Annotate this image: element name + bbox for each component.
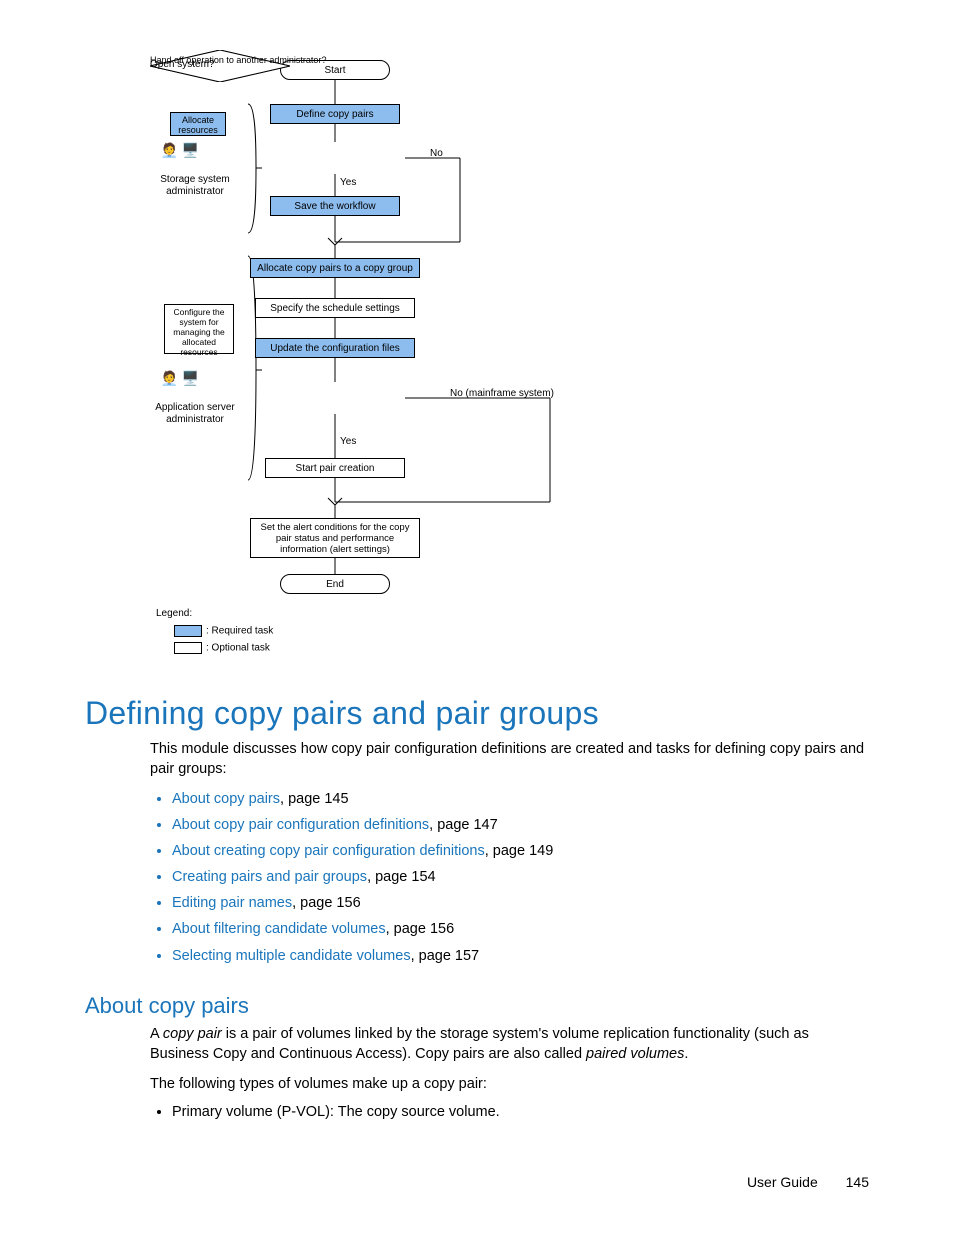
volume-types-intro: The following types of volumes make up a… xyxy=(150,1075,869,1095)
flowchart-start-pair-label: Start pair creation xyxy=(296,463,375,474)
flowchart-open-system-yes-label: Yes xyxy=(340,436,356,447)
list-item: About creating copy pair configuration d… xyxy=(172,838,869,864)
document-page: Start Define copy pairs Hand off operati… xyxy=(0,0,954,1235)
legend-optional-label: : Optional task xyxy=(206,643,270,654)
flowchart-diagram: Start Define copy pairs Hand off operati… xyxy=(150,50,670,670)
flowchart-save-workflow-label: Save the workflow xyxy=(294,201,375,212)
copy-pair-definition-paragraph: A copy pair is a pair of volumes linked … xyxy=(150,1025,869,1064)
footer-guide-label: User Guide xyxy=(747,1174,818,1190)
flowchart-allocate-resources-label: Allocate resources xyxy=(178,115,218,135)
link-page-ref: , page 156 xyxy=(386,921,455,937)
primary-volume-bullet: Primary volume (P-VOL): The copy source … xyxy=(172,1104,500,1120)
link-about-copy-pairs[interactable]: About copy pairs xyxy=(172,791,280,807)
para1-term: copy pair xyxy=(163,1026,222,1042)
list-item: Selecting multiple candidate volumes, pa… xyxy=(172,943,869,969)
flowchart-alert-label: Set the alert conditions for the copy pa… xyxy=(255,522,415,555)
flowchart-legend-required: : Required task xyxy=(174,625,273,637)
intro-paragraph: This module discusses how copy pair conf… xyxy=(150,740,869,779)
list-item: About copy pair configuration definition… xyxy=(172,812,869,838)
legend-required-swatch xyxy=(174,625,202,637)
subsection-heading: About copy pairs xyxy=(85,993,249,1019)
link-selecting-volumes[interactable]: Selecting multiple candidate volumes xyxy=(172,948,411,964)
person-server-icons-1: 🧑‍💼 🖥️ xyxy=(150,142,210,159)
flowchart-start-pair-box: Start pair creation xyxy=(265,458,405,478)
section-heading: Defining copy pairs and pair groups xyxy=(85,695,599,732)
flowchart-allocate-pairs-box: Allocate copy pairs to a copy group xyxy=(250,258,420,278)
link-about-config-defs[interactable]: About copy pair configuration definition… xyxy=(172,817,429,833)
para1-mid: is a pair of volumes linked by the stora… xyxy=(150,1026,809,1062)
link-editing-names[interactable]: Editing pair names xyxy=(172,895,292,911)
list-item: Editing pair names, page 156 xyxy=(172,890,869,916)
flowchart-storage-admin-label: Storage system administrator xyxy=(150,174,240,197)
flowchart-schedule-box: Specify the schedule settings xyxy=(255,298,415,318)
flowchart-app-server-admin-label: Application server administrator xyxy=(150,402,240,425)
list-item: About filtering candidate volumes, page … xyxy=(172,916,869,942)
flowchart-configure-system-label: Configure the system for managing the al… xyxy=(173,307,225,357)
link-creating-pairs[interactable]: Creating pairs and pair groups xyxy=(172,869,367,885)
link-page-ref: , page 154 xyxy=(367,869,436,885)
flowchart-end-terminal: End xyxy=(280,574,390,594)
flowchart-update-config-label: Update the configuration files xyxy=(270,343,400,354)
flowchart-configure-system-box: Configure the system for managing the al… xyxy=(164,304,234,354)
topic-link-list: About copy pairs, page 145 About copy pa… xyxy=(150,786,869,969)
flowchart-handoff-yes-label: Yes xyxy=(340,177,356,188)
flowchart-alert-box: Set the alert conditions for the copy pa… xyxy=(250,518,420,558)
list-item: Creating pairs and pair groups, page 154 xyxy=(172,864,869,890)
flowchart-end-label: End xyxy=(326,579,344,590)
link-about-creating-defs[interactable]: About creating copy pair configuration d… xyxy=(172,843,485,859)
link-page-ref: , page 156 xyxy=(292,895,361,911)
flowchart-legend-optional: : Optional task xyxy=(174,642,270,654)
flowchart-open-system-label: Open system? xyxy=(150,59,670,70)
para1-term2: paired volumes xyxy=(586,1046,684,1062)
page-footer: User Guide 145 xyxy=(747,1174,869,1190)
flowchart-open-system-no-label: No (mainframe system) xyxy=(450,388,554,399)
flowchart-define-pairs-label: Define copy pairs xyxy=(296,109,373,120)
flowchart-allocate-resources-box: Allocate resources xyxy=(170,112,226,136)
flowchart-define-pairs-box: Define copy pairs xyxy=(270,104,400,124)
link-filtering-volumes[interactable]: About filtering candidate volumes xyxy=(172,921,386,937)
para1-prefix: A xyxy=(150,1026,163,1042)
list-item: About copy pairs, page 145 xyxy=(172,786,869,812)
flowchart-update-config-box: Update the configuration files xyxy=(255,338,415,358)
volume-types-list: Primary volume (P-VOL): The copy source … xyxy=(150,1102,869,1124)
footer-page-number: 145 xyxy=(846,1174,869,1190)
list-item: Primary volume (P-VOL): The copy source … xyxy=(172,1102,869,1124)
flowchart-schedule-label: Specify the schedule settings xyxy=(270,303,400,314)
link-page-ref: , page 145 xyxy=(280,791,349,807)
link-page-ref: , page 147 xyxy=(429,817,498,833)
flowchart-save-workflow-box: Save the workflow xyxy=(270,196,400,216)
flowchart-lines xyxy=(150,50,670,670)
legend-required-label: : Required task xyxy=(206,626,273,637)
legend-optional-swatch xyxy=(174,642,202,654)
flowchart-legend-title: Legend: xyxy=(156,608,192,619)
flowchart-allocate-pairs-label: Allocate copy pairs to a copy group xyxy=(257,263,413,274)
link-page-ref: , page 157 xyxy=(411,948,480,964)
person-server-icons-2: 🧑‍💼 🖥️ xyxy=(150,370,210,387)
flowchart-handoff-no-label: No xyxy=(430,148,443,159)
link-page-ref: , page 149 xyxy=(485,843,554,859)
para1-suffix: . xyxy=(684,1046,688,1062)
